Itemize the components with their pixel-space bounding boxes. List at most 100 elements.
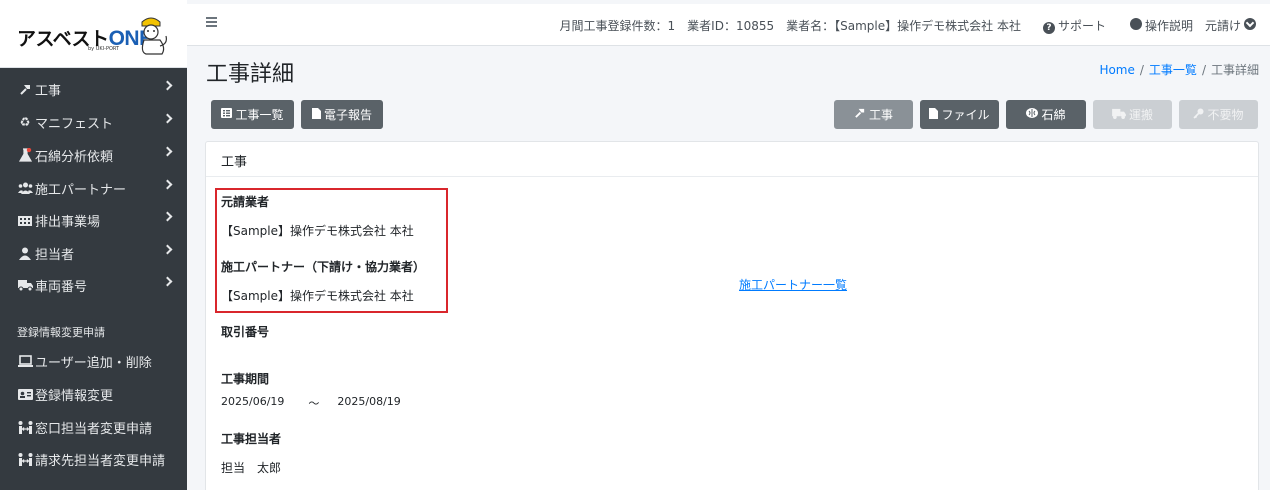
brand-subtitle: by UKI-PORT: [88, 46, 120, 52]
sidebar-item-construction[interactable]: 工事: [0, 73, 187, 105]
period-label: 工事期間: [221, 372, 270, 386]
asbestos-button[interactable]: 石綿: [1006, 100, 1086, 129]
manual-label: 操作説明: [1144, 18, 1193, 33]
laptop-icon: [17, 354, 33, 368]
question-circle-icon: ?: [1042, 21, 1055, 34]
chevron-right-icon: [162, 113, 173, 124]
hammer-icon: [854, 107, 866, 122]
sidebar-item-asbestos-analysis[interactable]: 石綿分析依頼: [0, 139, 187, 171]
vendor-id: 業者ID：10855: [687, 18, 775, 33]
brand-logo[interactable]: アスベストONE by UKI-PORT: [0, 0, 187, 68]
sidebar-item-label: 石綿分析依頼: [35, 149, 114, 165]
vendor-name: 業者名：【Sample】操作デモ株式会社 本社: [786, 18, 1021, 33]
dog-mascot-icon: [141, 17, 167, 55]
period-separator: 〜: [308, 397, 320, 410]
sidebar: アスベストONE by UKI-PORT 工事 ♻ マニフェスト 石綿分析依頼: [0, 0, 187, 490]
prime-contractor-label: 元請業者: [221, 195, 270, 209]
id-card-icon: [17, 387, 33, 401]
partner-value: 【Sample】操作デモ株式会社 本社: [221, 289, 414, 303]
user-circle-icon: [1129, 17, 1142, 30]
sidebar-item-label: 排出事業場: [35, 214, 101, 230]
people-arrows-icon: [17, 420, 33, 434]
sidebar-item-label: 担当者: [35, 247, 75, 263]
top-info-bar: 月間工事登録件数：1 業者ID：10855 業者名：【Sample】操作デモ株式…: [560, 4, 1270, 46]
file-button[interactable]: ファイル: [920, 100, 999, 129]
construction-tab-button[interactable]: 工事: [834, 100, 913, 129]
chevron-right-icon: [162, 80, 173, 91]
period-start: 2025/06/19: [221, 395, 285, 408]
waste-button[interactable]: 不要物: [1179, 100, 1258, 129]
file-icon: [929, 107, 939, 122]
partner-list-link[interactable]: 施工パートナー一覧: [739, 276, 847, 293]
sidebar-item-label: 登録情報変更: [35, 388, 114, 404]
chevron-right-icon: [162, 244, 173, 255]
breadcrumb-list[interactable]: 工事一覧: [1149, 63, 1197, 77]
user-menu-label: 元請け: [1204, 18, 1241, 33]
file-label: ファイル: [941, 108, 990, 122]
key-icon: [1193, 108, 1204, 122]
sidebar-item-label: 施工パートナー: [35, 182, 127, 198]
sidebar-section-header: 登録情報変更申請: [17, 326, 105, 339]
hammer-icon: [17, 82, 33, 96]
construction-list-button[interactable]: 工事一覧: [211, 100, 294, 129]
sidebar-item-partners[interactable]: 施工パートナー: [0, 172, 187, 204]
people-arrows-icon: [17, 452, 33, 466]
sidebar-item-label: ユーザー追加・削除: [35, 355, 152, 371]
breadcrumb-separator: /: [1201, 63, 1206, 77]
card-header: 工事: [206, 142, 1258, 177]
construction-list-label: 工事一覧: [235, 108, 284, 122]
electronic-report-button[interactable]: 電子報告: [301, 100, 383, 129]
electronic-report-label: 電子報告: [323, 108, 372, 122]
user-icon: [17, 246, 33, 260]
brain-icon: [1026, 107, 1039, 122]
user-menu[interactable]: 元請け: [1205, 17, 1270, 34]
chevron-right-icon: [162, 211, 173, 222]
sidebar-item-billing-contact-change[interactable]: 請求先担当者変更申請: [0, 443, 187, 475]
support-link[interactable]: ? サポート: [1042, 17, 1106, 34]
partner-label: 施工パートナー（下請け・協力業者）: [221, 260, 426, 274]
sidebar-item-manifest[interactable]: ♻ マニフェスト: [0, 106, 187, 138]
flask-icon: [17, 148, 33, 162]
sidebar-item-label: 工事: [35, 83, 62, 99]
deal-number-label: 取引番号: [221, 325, 270, 339]
sidebar-item-user-add-remove[interactable]: ユーザー追加・削除: [0, 345, 187, 377]
breadcrumb-current: 工事詳細: [1210, 63, 1259, 77]
building-icon: [17, 213, 33, 227]
asbestos-label: 石綿: [1041, 108, 1066, 122]
chevron-right-icon: [162, 146, 173, 157]
construction-detail-card: 工事 元請業者 【Sample】操作デモ株式会社 本社 施工パートナー（下請け・…: [205, 141, 1259, 490]
sidebar-item-registration-change[interactable]: 登録情報変更: [0, 378, 187, 410]
manager-value: 担当 太郎: [221, 461, 282, 475]
top-navbar: 月間工事登録件数：1 業者ID：10855 業者名：【Sample】操作デモ株式…: [187, 0, 1270, 46]
sidebar-item-discharge-site[interactable]: 排出事業場: [0, 204, 187, 236]
list-icon: [221, 108, 233, 121]
support-label: サポート: [1057, 18, 1106, 33]
sidebar-item-staff[interactable]: 担当者: [0, 237, 187, 269]
prime-contractor-value: 【Sample】操作デモ株式会社 本社: [221, 224, 414, 238]
sidebar-item-label: 窓口担当者変更申請: [35, 421, 153, 437]
period-row: 2025/06/19 〜 2025/08/19: [221, 395, 401, 411]
document-icon: [311, 107, 321, 122]
breadcrumb-home[interactable]: Home: [1099, 63, 1134, 77]
period-end: 2025/08/19: [337, 395, 401, 408]
truck-icon: [1112, 108, 1126, 122]
monthly-count: 月間工事登録件数：1: [559, 18, 676, 33]
page-title: 工事詳細: [206, 62, 295, 87]
sidebar-item-contact-change[interactable]: 窓口担当者変更申請: [0, 411, 187, 443]
chevron-right-icon: [162, 276, 173, 287]
transport-label: 運搬: [1128, 108, 1153, 122]
recycle-icon: ♻: [19, 115, 31, 129]
breadcrumb-separator: /: [1139, 63, 1144, 77]
users-icon: [17, 181, 33, 195]
sidebar-item-label: 請求先担当者変更申請: [35, 453, 166, 469]
chevron-down-circle-icon: [1244, 17, 1256, 30]
truck-icon: [17, 278, 33, 292]
construction-tab-label: 工事: [868, 108, 893, 122]
sidebar-item-vehicles[interactable]: 車両番号: [0, 269, 187, 301]
manager-label: 工事担当者: [221, 432, 282, 446]
transport-button[interactable]: 運搬: [1093, 100, 1172, 129]
breadcrumb: Home / 工事一覧 / 工事詳細: [1099, 61, 1259, 78]
waste-label: 不要物: [1207, 108, 1244, 122]
manual-link[interactable]: 操作説明: [1129, 17, 1193, 34]
hamburger-menu-icon[interactable]: [206, 17, 217, 27]
